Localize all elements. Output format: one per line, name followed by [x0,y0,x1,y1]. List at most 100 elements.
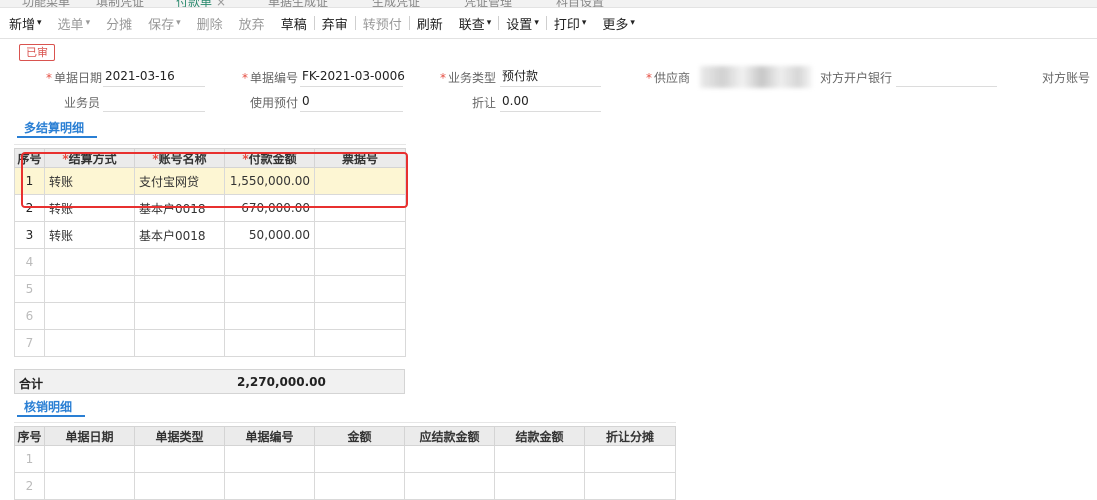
section-underline [17,136,97,138]
col-header-discount-alloc[interactable]: 折让分摊 [584,426,676,446]
col-header-method[interactable]: *结算方式 [44,148,135,168]
amount-cell[interactable]: 670,000.00 [224,194,315,222]
print-button[interactable]: 打印 ▾ [554,8,587,39]
table-row[interactable]: 2 [14,472,676,500]
refresh-button[interactable]: 刷新 [417,8,443,39]
amount-cell[interactable] [224,302,315,330]
writeoff-grid: 序号 单据日期 单据类型 单据编号 金额 应结款金额 结款金额 折让分摊 1 2 [14,426,676,500]
row-index: 4 [14,248,45,276]
to-prepay-button[interactable]: 转预付 [363,8,402,39]
allocate-button[interactable]: 分摊 [106,8,132,39]
toolbar-divider [313,16,315,30]
table-row[interactable]: 1 [14,445,676,473]
table-row[interactable]: 1 转账 支付宝网贷 1,550,000.00 [14,167,406,195]
table-row[interactable]: 2 转账 基本户0018 670,000.00 [14,194,406,222]
row-index: 1 [14,445,45,473]
bill-cell[interactable] [314,167,406,195]
col-header-index[interactable]: 序号 [14,148,45,168]
account-cell[interactable]: 基本户0018 [134,221,225,249]
col-header-due-amount[interactable]: 应结款金额 [404,426,495,446]
table-row[interactable]: 4 [14,248,406,276]
bill-cell[interactable] [314,275,406,303]
toolbar-divider [545,16,547,30]
chevron-down-icon: ▾ [486,18,492,28]
date-label: * 单据日期 [45,71,102,85]
col-header-bill[interactable]: 票据号 [314,148,406,168]
method-cell[interactable]: 转账 [44,221,135,249]
row-index: 5 [14,275,45,303]
select-order-button[interactable]: 选单 ▾ [58,8,91,39]
chevron-down-icon: ▾ [581,18,587,28]
account-cell[interactable] [134,302,225,330]
account-cell[interactable] [134,275,225,303]
table-row[interactable]: 5 [14,275,406,303]
chevron-down-icon: ▾ [85,18,91,28]
account-cell[interactable]: 支付宝网贷 [134,167,225,195]
col-header-doc-date[interactable]: 单据日期 [44,426,135,446]
total-label: 合计 [19,377,44,391]
number-field[interactable]: FK-2021-03-0006 [300,67,405,87]
clerk-field[interactable] [103,92,205,112]
prepay-label: 使用预付 [249,96,298,110]
prepay-field[interactable]: 0 [300,92,403,112]
amount-cell[interactable]: 50,000.00 [224,221,315,249]
method-cell[interactable] [44,302,135,330]
chevron-down-icon: ▾ [630,18,635,28]
bill-cell[interactable] [314,329,406,357]
method-cell[interactable]: 转账 [44,167,135,195]
bank-field[interactable] [896,67,997,87]
settlement-grid: 序号 *结算方式 *账号名称 *付款金额 票据号 1 转账 支付宝网贷 1,55… [14,148,406,357]
linked-query-button[interactable]: 联查 ▾ [459,8,492,39]
settlement-section-title[interactable]: 多结算明细 [24,119,84,136]
date-field[interactable]: 2021-03-16 [103,67,205,87]
account-cell[interactable]: 基本户0018 [134,194,225,222]
more-button[interactable]: 更多 ▾ [602,8,635,39]
settings-button[interactable]: 设置 ▾ [506,8,539,39]
bill-cell[interactable] [314,221,406,249]
bank-label: 对方开户银行 [819,71,892,85]
col-header-settle-amount[interactable]: 结款金额 [494,426,585,446]
col-header-amount[interactable]: *付款金额 [224,148,315,168]
draft-button[interactable]: 草稿 [281,8,307,39]
method-cell[interactable] [44,248,135,276]
clerk-label: 业务员 [63,96,100,110]
account-cell[interactable] [134,329,225,357]
col-header-amount[interactable]: 金额 [314,426,405,446]
account-label: 对方账号 [1041,71,1090,85]
col-header-index[interactable]: 序号 [14,426,45,446]
delete-button[interactable]: 删除 [197,8,223,39]
method-cell[interactable] [44,275,135,303]
amount-cell[interactable]: 1,550,000.00 [224,167,315,195]
account-cell[interactable] [134,248,225,276]
col-header-doc-type[interactable]: 单据类型 [134,426,225,446]
row-index: 6 [14,302,45,330]
amount-cell[interactable] [224,329,315,357]
bill-cell[interactable] [314,302,406,330]
bill-cell[interactable] [314,194,406,222]
col-header-account[interactable]: *账号名称 [134,148,225,168]
row-index: 1 [14,167,45,195]
table-row[interactable]: 6 [14,302,406,330]
supplier-field-redacted[interactable] [700,66,812,88]
amount-cell[interactable] [224,275,315,303]
table-row[interactable]: 7 [14,329,406,357]
section-divider [14,422,676,423]
add-button[interactable]: 新增 ▾ [9,8,42,39]
method-cell[interactable]: 转账 [44,194,135,222]
unaudit-button[interactable]: 弃审 [322,8,348,39]
table-row[interactable]: 3 转账 基本户0018 50,000.00 [14,221,406,249]
col-header-doc-number[interactable]: 单据编号 [224,426,315,446]
save-button[interactable]: 保存 ▾ [148,8,181,39]
amount-cell[interactable] [224,248,315,276]
biztype-field[interactable]: 预付款 [500,67,601,87]
toolbar: 新增 ▾ 选单 ▾ 分摊 保存 ▾ 删除 放弃 草稿 弃审 转预付 刷新 联查 ▾ 设置… [0,8,1097,39]
bill-cell[interactable] [314,248,406,276]
row-index: 7 [14,329,45,357]
number-label: * 单据编号 [241,71,298,85]
writeoff-section-title[interactable]: 核销明细 [24,398,72,415]
discard-button[interactable]: 放弃 [239,8,265,39]
status-badge: 已审 [19,44,55,61]
discount-field[interactable]: 0.00 [500,92,601,112]
row-index: 3 [14,221,45,249]
method-cell[interactable] [44,329,135,357]
